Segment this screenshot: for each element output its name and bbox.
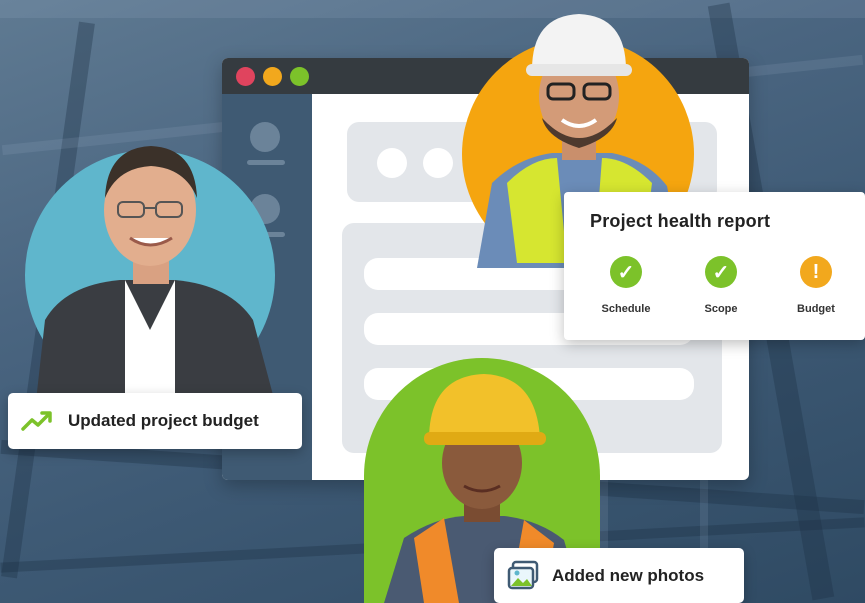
status-scope: ✓ Scope [681,256,761,315]
exclamation-circle-icon: ! [800,256,832,288]
minimize-dot-icon [263,66,282,86]
notification-photos-added: Added new photos [494,548,744,603]
trend-up-icon [20,407,54,435]
businessman-figure [35,146,277,410]
placeholder-dot [423,148,453,178]
status-budget: ! Budget [776,256,856,315]
portrait-businessman [25,120,280,410]
status-label: Schedule [601,303,651,315]
report-title: Project health report [590,211,771,231]
maximize-dot-icon [290,66,309,86]
check-circle-icon: ✓ [705,256,737,288]
close-dot-icon [236,66,255,86]
hero-illustration: Project health report ✓ Schedule ✓ Scope… [0,0,865,603]
status-label: Budget [797,303,835,315]
status-schedule: ✓ Schedule [586,256,666,315]
notification-text: Added new photos [552,565,705,585]
check-circle-icon: ✓ [610,256,642,288]
project-health-report-card: Project health report ✓ Schedule ✓ Scope… [564,192,865,340]
notification-budget-updated: Updated project budget [8,393,302,449]
photo-gallery-icon [506,559,540,593]
bg-beam [0,0,865,18]
placeholder-dot [377,148,407,178]
notification-text: Updated project budget [68,411,259,430]
status-label: Scope [704,303,738,315]
